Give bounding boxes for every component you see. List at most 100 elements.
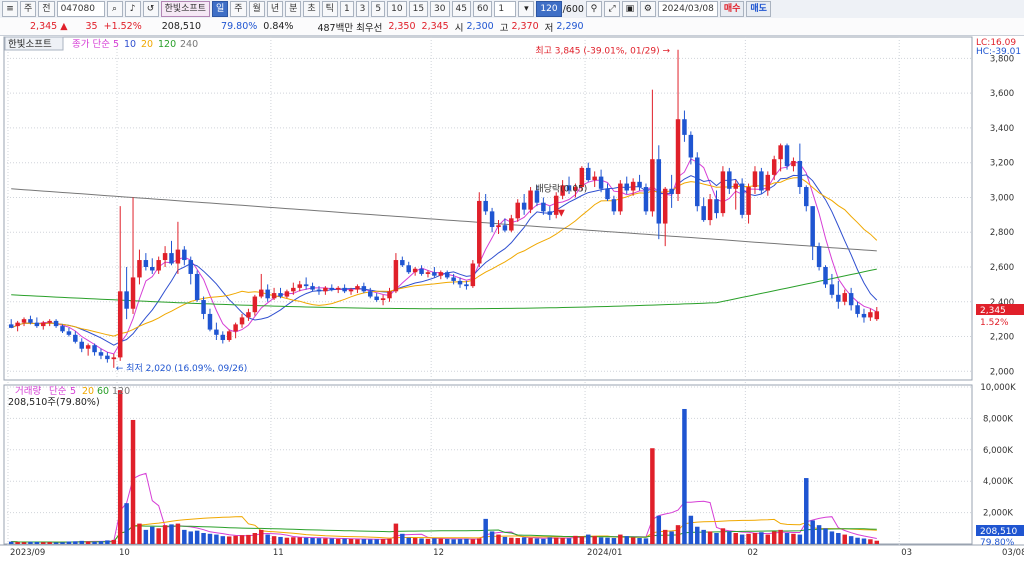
interval-15[interactable]: 15	[408, 1, 429, 17]
volume-bar	[214, 534, 219, 544]
candle-body	[271, 293, 277, 299]
search-icon[interactable]: ⌕	[106, 1, 123, 17]
volume-bar	[842, 534, 847, 544]
volume-bar	[861, 538, 867, 544]
volume-bar	[265, 534, 270, 544]
candle-body	[355, 286, 360, 290]
view-count-input[interactable]: 120	[536, 1, 562, 17]
candle-body	[720, 171, 726, 214]
interval-1[interactable]: 1	[339, 1, 354, 17]
period-second[interactable]: 초	[303, 1, 320, 17]
period-day[interactable]: 일	[211, 1, 229, 17]
volume-bar	[278, 536, 283, 544]
candle-body	[470, 263, 476, 287]
volume-bar	[502, 536, 508, 544]
market-select[interactable]: 전	[38, 1, 55, 17]
zoom-icon[interactable]: ⤢	[603, 1, 620, 17]
speaker-icon[interactable]: ♪	[124, 1, 141, 17]
candle-body	[611, 199, 617, 212]
volume-bar	[855, 537, 860, 544]
volume-bar	[868, 539, 873, 544]
price-change-pct: +1.52%	[103, 21, 142, 32]
volume-bar	[53, 542, 59, 544]
volume-bar	[182, 529, 187, 544]
period-year[interactable]: 년	[266, 1, 284, 17]
chart-area[interactable]: 2,000 2,200 2,400 2,600 2,800 3,000 3,200 3,400…	[0, 35, 1024, 558]
count-input[interactable]: 1	[494, 1, 517, 17]
volume-bar	[611, 538, 617, 544]
high-annotation: 최고 3,845 (-39.01%, 01/29) →	[535, 46, 670, 57]
volume-panel-title: 거래량	[15, 385, 41, 397]
interval-30[interactable]: 30	[430, 1, 450, 17]
candle-body	[169, 253, 174, 264]
candle-body	[707, 199, 713, 221]
interval-10[interactable]: 10	[387, 1, 407, 17]
period-minute[interactable]: 분	[285, 1, 302, 17]
stock-chart[interactable]: 2,0002,2002,4002,6002,8003,0003,2003,400…	[0, 35, 1024, 558]
candle-body	[714, 199, 719, 214]
candle-body	[53, 320, 59, 327]
volume-bar	[643, 538, 649, 544]
period-tick[interactable]: 틱	[321, 1, 338, 17]
volume-bar	[329, 538, 335, 544]
volume-bar	[406, 537, 411, 544]
candle-body	[695, 157, 700, 207]
period-week[interactable]: 주	[230, 1, 247, 17]
best-ask-label: 최우선	[356, 22, 383, 34]
volume-bar	[400, 533, 405, 544]
volume-bar	[739, 534, 745, 544]
volume-bar	[60, 542, 65, 544]
candle-body	[21, 319, 27, 323]
volume-bar	[246, 534, 251, 544]
candle-body	[425, 272, 431, 274]
volume-bar	[496, 534, 501, 544]
low-label: 저	[544, 22, 554, 34]
volume-ma-label: 단순	[49, 386, 67, 397]
buy-button[interactable]: 매수	[719, 1, 745, 17]
price-ma-120: 120	[158, 39, 176, 50]
candle-body	[252, 296, 258, 313]
volume-bar	[489, 531, 495, 544]
best-bid: 2,345	[421, 21, 449, 32]
volume-tag-text: 208,510	[980, 527, 1017, 537]
interval-60[interactable]: 60	[472, 1, 493, 17]
history-icon[interactable]: ↺	[142, 1, 159, 17]
volume-bar	[130, 419, 136, 544]
price-ma-240: 240	[180, 39, 198, 50]
indicator-icon[interactable]: ⚲	[585, 1, 602, 17]
candle-body	[233, 324, 238, 332]
volume-bar	[669, 531, 674, 544]
candle-body	[361, 286, 367, 292]
low-annotation: ← 최저 2,020 (16.09%, 09/26)	[116, 363, 247, 374]
candle-body	[810, 206, 815, 247]
spin-icon[interactable]: ▾	[518, 1, 535, 17]
volume-bar	[560, 538, 565, 544]
gear-icon[interactable]: ⚙	[639, 1, 656, 17]
x-tick-label: 02	[747, 548, 758, 558]
candle-body	[342, 287, 347, 292]
stock-name[interactable]: 한빛소프트	[160, 1, 210, 17]
save-icon[interactable]: ▣	[621, 1, 638, 17]
item-type-select[interactable]: 주	[20, 1, 37, 17]
volume-bar	[21, 542, 27, 544]
date-input[interactable]: 2024/03/08	[657, 1, 718, 17]
volume-bar	[874, 540, 880, 544]
stock-code-input[interactable]: 047080	[56, 1, 105, 17]
price-tick-label: 2,200	[990, 333, 1014, 343]
candle-body	[630, 181, 636, 191]
candle-body	[643, 187, 649, 212]
menu-icon[interactable]: ≡	[2, 1, 18, 17]
best-ask: 2,350	[388, 21, 416, 32]
volume-bar	[425, 538, 431, 544]
interval-5[interactable]: 5	[371, 1, 386, 17]
candle-body	[124, 291, 129, 309]
sell-button[interactable]: 매도	[746, 1, 771, 17]
x-tick-label: 2024/01	[587, 548, 622, 558]
volume-bar	[105, 540, 110, 544]
candle-body	[194, 273, 200, 301]
volume-bar	[143, 529, 149, 544]
candle-body	[541, 202, 546, 212]
interval-3[interactable]: 3	[355, 1, 370, 17]
interval-45[interactable]: 45	[451, 1, 471, 17]
period-month[interactable]: 월	[248, 1, 265, 17]
